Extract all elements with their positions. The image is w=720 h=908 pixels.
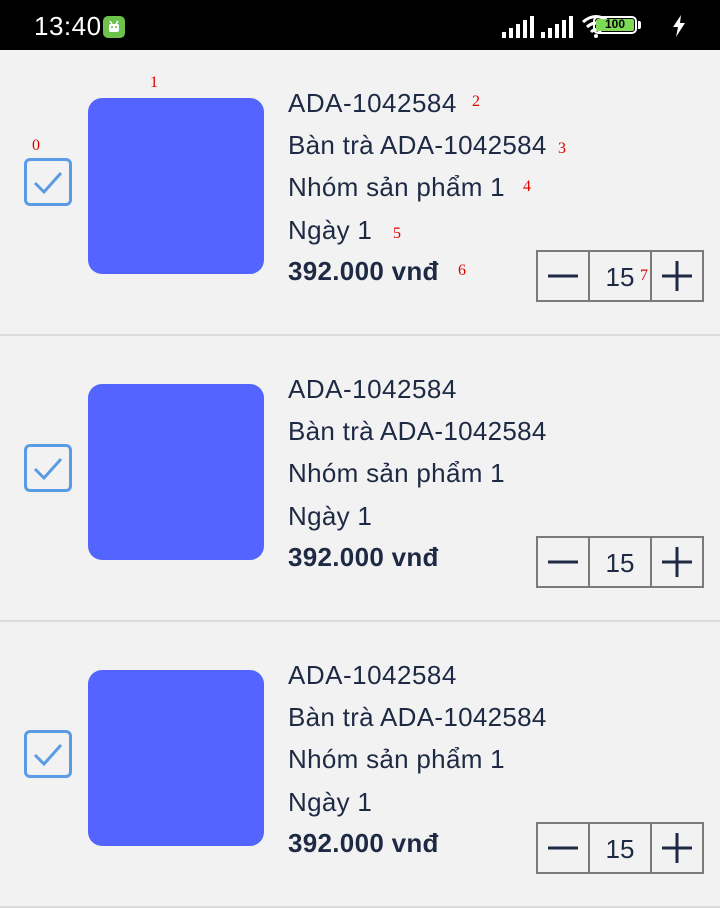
product-price: 392.000 vnđ <box>288 542 439 572</box>
cart-item: ADA-1042584 Bàn trà ADA-1042584 Nhóm sản… <box>0 622 720 908</box>
product-name: Bàn trà ADA-1042584 <box>288 416 547 446</box>
product-group: Nhóm sản phẩm 1 <box>288 458 505 488</box>
minus-icon <box>548 560 578 564</box>
plus-icon <box>662 547 692 577</box>
product-thumbnail[interactable] <box>88 98 264 274</box>
increase-button[interactable] <box>650 538 702 586</box>
item-checkbox[interactable] <box>24 730 72 778</box>
quantity-stepper: 15 <box>536 822 704 874</box>
cart-item: ADA-1042584 Bàn trà ADA-1042584 Nhóm sản… <box>0 336 720 622</box>
decrease-button[interactable] <box>538 252 590 300</box>
annotation-label: 5 <box>393 225 401 242</box>
product-name: Bàn trà ADA-1042584 <box>288 130 547 160</box>
increase-button[interactable] <box>650 824 702 872</box>
product-thumbnail[interactable] <box>88 670 264 846</box>
annotation-label: 7 <box>640 267 648 284</box>
product-code: ADA-1042584 <box>288 660 457 690</box>
item-checkbox[interactable] <box>24 158 72 206</box>
product-day: Ngày 1 <box>288 501 373 531</box>
cell-signal-icon <box>502 16 534 38</box>
annotation-label: 6 <box>458 262 466 279</box>
product-group: Nhóm sản phẩm 1 <box>288 172 505 202</box>
annotation-label: 0 <box>32 137 40 154</box>
annotation-label: 4 <box>523 178 531 195</box>
product-price: 392.000 vnđ <box>288 828 439 858</box>
product-day: Ngày 1 <box>288 215 373 245</box>
annotation-label: 3 <box>558 140 566 157</box>
product-group: Nhóm sản phẩm 1 <box>288 744 505 774</box>
check-icon <box>33 457 63 481</box>
battery-icon: 100 <box>593 16 637 34</box>
battery-level: 100 <box>604 17 626 31</box>
quantity-value[interactable]: 15 <box>590 538 650 586</box>
product-code: ADA-1042584 <box>288 374 457 404</box>
annotation-label: 1 <box>150 74 158 91</box>
product-day: Ngày 1 <box>288 787 373 817</box>
item-checkbox[interactable] <box>24 444 72 492</box>
quantity-stepper: 15 <box>536 536 704 588</box>
battery-nub <box>638 21 641 29</box>
decrease-button[interactable] <box>538 824 590 872</box>
plus-icon <box>662 261 692 291</box>
minus-icon <box>548 846 578 850</box>
product-name: Bàn trà ADA-1042584 <box>288 702 547 732</box>
minus-icon <box>548 274 578 278</box>
product-price: 392.000 vnđ <box>288 256 439 286</box>
check-icon <box>33 171 63 195</box>
check-icon <box>33 743 63 767</box>
status-bar: 13:40 100 <box>0 0 720 50</box>
quantity-stepper: 15 <box>536 250 704 302</box>
product-code: ADA-1042584 <box>288 88 457 118</box>
quantity-value[interactable]: 15 <box>590 824 650 872</box>
product-thumbnail[interactable] <box>88 384 264 560</box>
charging-bolt-icon <box>673 15 685 37</box>
status-time: 13:40 <box>34 11 102 41</box>
decrease-button[interactable] <box>538 538 590 586</box>
android-notification-icon <box>103 16 125 38</box>
plus-icon <box>662 833 692 863</box>
annotation-label: 2 <box>472 93 480 110</box>
cell-signal-2-icon <box>541 16 573 38</box>
cart-item: ADA-1042584 Bàn trà ADA-1042584 Nhóm sản… <box>0 50 720 336</box>
increase-button[interactable] <box>650 252 702 300</box>
